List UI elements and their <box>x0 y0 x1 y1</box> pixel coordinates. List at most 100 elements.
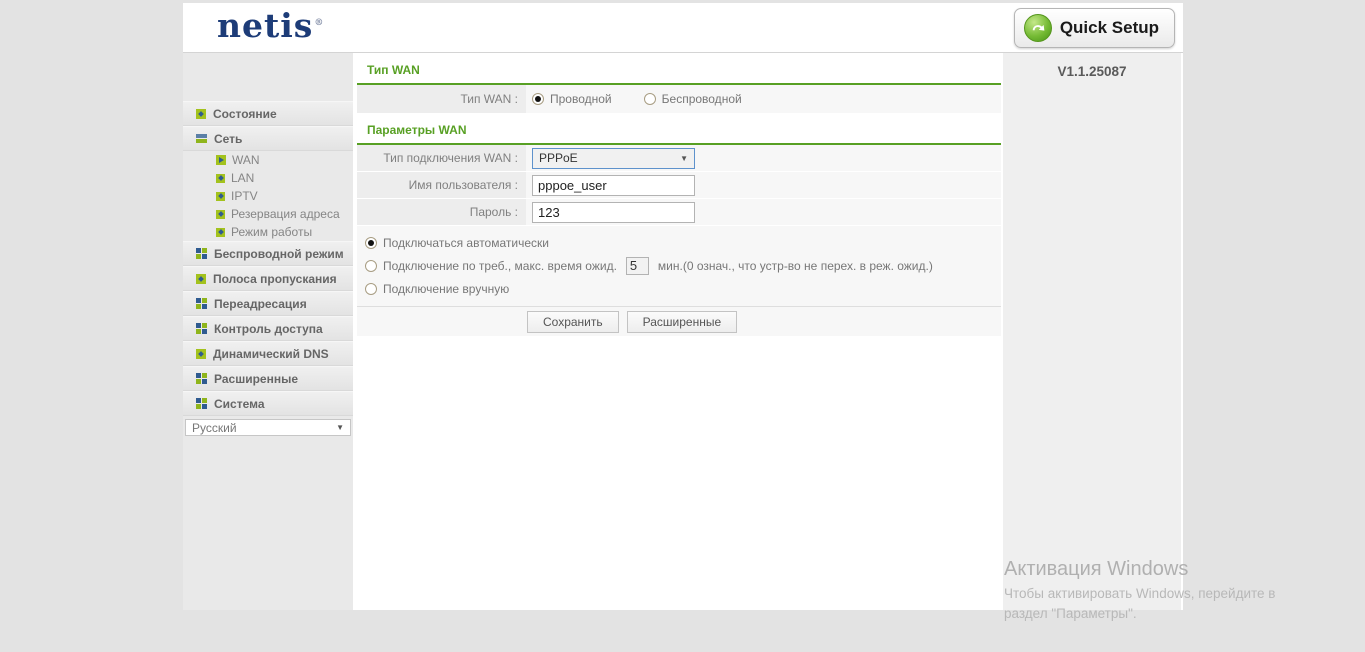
sidebar-subitem-wan[interactable]: WAN <box>183 151 353 169</box>
sidebar: Состояние Сеть WAN LAN IPTV Резервация а… <box>183 53 353 610</box>
connection-type-select[interactable]: PPPoE ▼ <box>532 147 695 169</box>
sidebar-item-label: Сеть <box>214 131 243 146</box>
network-icon <box>196 133 207 144</box>
wan-type-option-wired: Проводной <box>532 92 612 106</box>
wireless-radio-label: Беспроводной <box>661 92 742 106</box>
sidebar-item-label: Динамический DNS <box>213 346 329 361</box>
connection-type-label: Тип подключения WAN : <box>357 145 526 171</box>
idle-minutes-input[interactable] <box>625 256 649 275</box>
form-buttons-row: Сохранить Расширенные <box>357 306 1001 336</box>
main-row: Состояние Сеть WAN LAN IPTV Резервация а… <box>183 53 1183 610</box>
advanced-button[interactable]: Расширенные <box>626 311 738 333</box>
username-row: Имя пользователя : <box>357 172 1001 198</box>
forwarding-icon <box>196 298 207 309</box>
sidebar-subitem-label: IPTV <box>231 189 258 203</box>
quick-setup-label: Quick Setup <box>1059 18 1159 37</box>
sidebar-subitem-label: LAN <box>231 171 255 185</box>
connect-on-demand-option: Подключение по треб., макс. время ожид. … <box>365 254 1001 277</box>
password-input[interactable] <box>532 201 695 223</box>
network-submenu: WAN LAN IPTV Резервация адреса Режим раб… <box>183 151 353 241</box>
username-input[interactable] <box>532 174 695 196</box>
wan-type-option-wireless: Беспроводной <box>643 92 742 106</box>
sidebar-item-bandwidth[interactable]: Полоса пропускания <box>183 266 353 291</box>
sidebar-item-advanced[interactable]: Расширенные <box>183 366 353 391</box>
connect-auto-label: Подключаться автоматически <box>383 235 549 250</box>
bandwidth-icon <box>196 273 206 284</box>
quick-setup-icon <box>1023 14 1052 42</box>
sidebar-item-status[interactable]: Состояние <box>183 101 353 126</box>
app-header: netis® Quick Setup <box>183 3 1183 53</box>
connection-type-row: Тип подключения WAN : PPPoE ▼ <box>357 145 1001 171</box>
registered-mark: ® <box>314 18 325 28</box>
password-row: Пароль : <box>357 199 1001 225</box>
username-label: Имя пользователя : <box>357 172 526 198</box>
connection-type-value: PPPoE <box>539 151 578 165</box>
connect-auto-option: Подключаться автоматически <box>365 231 1001 254</box>
connect-manual-option: Подключение вручную <box>365 277 1001 300</box>
iptv-icon <box>216 191 225 201</box>
sidebar-subitem-label: Резервация адреса <box>231 207 340 221</box>
router-admin-app: netis® Quick Setup Состояние Сеть WAN LA… <box>183 3 1183 611</box>
save-button[interactable]: Сохранить <box>527 311 619 333</box>
status-icon <box>196 108 206 119</box>
wan-type-row: Тип WAN : Проводной Беспроводной <box>357 85 1001 113</box>
connect-on-demand-prefix: Подключение по треб., макс. время ожид. <box>383 258 617 273</box>
sidebar-item-wireless[interactable]: Беспроводной режим <box>183 241 353 266</box>
chevron-down-icon: ▼ <box>336 423 344 432</box>
wan-type-section-title: Тип WAN <box>357 53 1001 85</box>
sidebar-subitem-address-reservation[interactable]: Резервация адреса <box>183 205 353 223</box>
wan-params-section-title: Параметры WAN <box>357 114 1001 145</box>
sidebar-item-label: Полоса пропускания <box>213 271 337 286</box>
wireless-icon <box>196 248 207 259</box>
sidebar-item-system[interactable]: Система <box>183 391 353 416</box>
username-cell <box>526 172 1001 198</box>
wired-radio[interactable] <box>532 93 544 105</box>
system-icon <box>196 398 207 409</box>
operation-mode-icon <box>216 227 225 237</box>
connect-manual-radio[interactable] <box>365 282 377 295</box>
sidebar-item-label: Система <box>214 396 265 411</box>
sidebar-item-label: Состояние <box>213 106 277 121</box>
connect-mode-block: Подключаться автоматически Подключение п… <box>357 226 1001 306</box>
netis-logo: netis® <box>217 6 324 45</box>
sidebar-item-dynamic-dns[interactable]: Динамический DNS <box>183 341 353 366</box>
firmware-version: V1.1.25087 <box>1057 64 1127 79</box>
sidebar-subitem-lan[interactable]: LAN <box>183 169 353 187</box>
access-control-icon <box>196 323 207 334</box>
language-select[interactable]: Русский ▼ <box>185 419 351 436</box>
connect-on-demand-radio[interactable] <box>365 259 377 272</box>
sidebar-item-label: Контроль доступа <box>214 321 323 336</box>
page: netis® Quick Setup Состояние Сеть WAN LA… <box>0 0 1365 652</box>
advanced-icon <box>196 373 207 384</box>
sidebar-subitem-label: Режим работы <box>231 225 313 239</box>
language-select-value: Русский <box>192 420 237 435</box>
wireless-radio[interactable] <box>643 93 656 105</box>
dynamic-dns-icon <box>196 348 206 359</box>
password-cell <box>526 199 1001 225</box>
sidebar-subitem-iptv[interactable]: IPTV <box>183 187 353 205</box>
sidebar-subitem-operation-mode[interactable]: Режим работы <box>183 223 353 241</box>
connect-auto-radio[interactable] <box>365 236 377 249</box>
sidebar-item-label: Расширенные <box>214 371 298 386</box>
connection-type-cell: PPPoE ▼ <box>526 145 1001 171</box>
sidebar-subitem-label: WAN <box>232 153 260 167</box>
wired-radio-label: Проводной <box>550 92 612 106</box>
password-label: Пароль : <box>357 199 526 225</box>
wan-type-label: Тип WAN : <box>357 85 526 113</box>
sidebar-item-forwarding[interactable]: Переадресация <box>183 291 353 316</box>
logo-text: netis <box>217 6 314 45</box>
sidebar-item-label: Переадресация <box>214 296 307 311</box>
address-reservation-icon <box>216 209 225 219</box>
sidebar-item-access-control[interactable]: Контроль доступа <box>183 316 353 341</box>
connect-on-demand-suffix: мин.(0 означ., что устр-во не перех. в р… <box>657 258 933 273</box>
sidebar-item-label: Беспроводной режим <box>214 246 344 261</box>
wan-active-icon <box>216 155 226 165</box>
connect-manual-label: Подключение вручную <box>383 281 510 296</box>
wan-type-options: Проводной Беспроводной <box>526 85 1001 113</box>
quick-setup-button[interactable]: Quick Setup <box>1013 8 1175 48</box>
content-panel: Тип WAN Тип WAN : Проводной Беспроводной <box>357 53 1001 610</box>
chevron-down-icon: ▼ <box>680 153 688 163</box>
lan-icon <box>216 173 225 183</box>
sidebar-item-network[interactable]: Сеть <box>183 126 353 151</box>
right-panel: V1.1.25087 <box>1003 53 1181 610</box>
